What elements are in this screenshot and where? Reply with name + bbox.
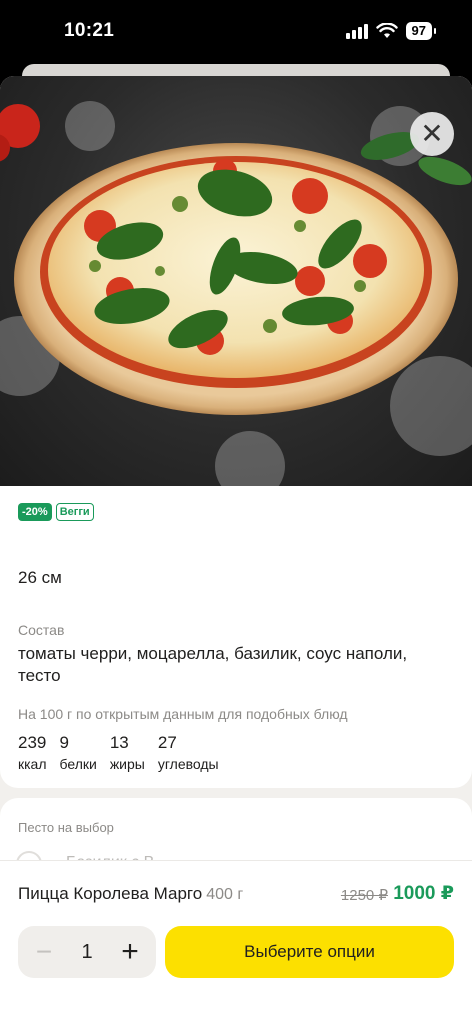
current-price: 1000 ₽ [393,883,454,904]
nutrition-fat: 13 жиры [109,733,145,772]
close-button[interactable]: ✕ [410,112,454,156]
status-icons: 97 [345,22,437,40]
old-price: 1250 ₽ [340,887,388,904]
quantity-value: 1 [81,940,93,963]
close-icon: ✕ [420,118,444,149]
choose-options-button[interactable]: Выберите опции [165,926,454,978]
options-label: Песто на выбор [18,820,114,835]
signal-icon [345,23,368,39]
nutrition-protein: 9 белки [59,733,97,772]
increment-button[interactable]: + [118,937,142,967]
badges: -20% Вегги [18,503,94,521]
decrement-button[interactable]: − [32,938,56,966]
product-title: Пицца Королева Марго 400 г [18,884,243,904]
composition-label: Состав [18,622,65,638]
quantity-stepper: − 1 + [18,926,156,978]
composition-text: томаты черри, моцарелла, базилик, соус н… [18,644,408,685]
status-time: 10:21 [64,20,115,41]
pizza-illustration [0,101,472,486]
bottom-bar: Пицца Королева Марго 400 г 1250 ₽ 1000 ₽ … [0,860,472,1024]
nutrition-carbs: 27 углеводы [157,733,219,772]
nutrition-note: На 100 г по открытым данным для подобных… [18,706,348,722]
battery-icon: 97 [405,22,437,40]
product-name: Пицца Королева Марго [18,884,203,903]
status-bar: 10:21 97 [0,0,472,64]
product-info-card: -20% Вегги 26 см Состав томаты черри, мо… [0,486,472,788]
veggie-badge: Вегги [55,503,94,521]
pizza-size: 26 см [18,568,62,587]
nutrition-facts: 239 ккал 9 белки 13 жиры 27 углеводы [18,733,232,772]
nutrition-kcal: 239 ккал [18,733,47,772]
discount-badge: -20% [18,503,52,521]
product-weight: 400 г [206,886,244,903]
product-image: ✕ [0,76,472,486]
wifi-icon [375,23,398,38]
